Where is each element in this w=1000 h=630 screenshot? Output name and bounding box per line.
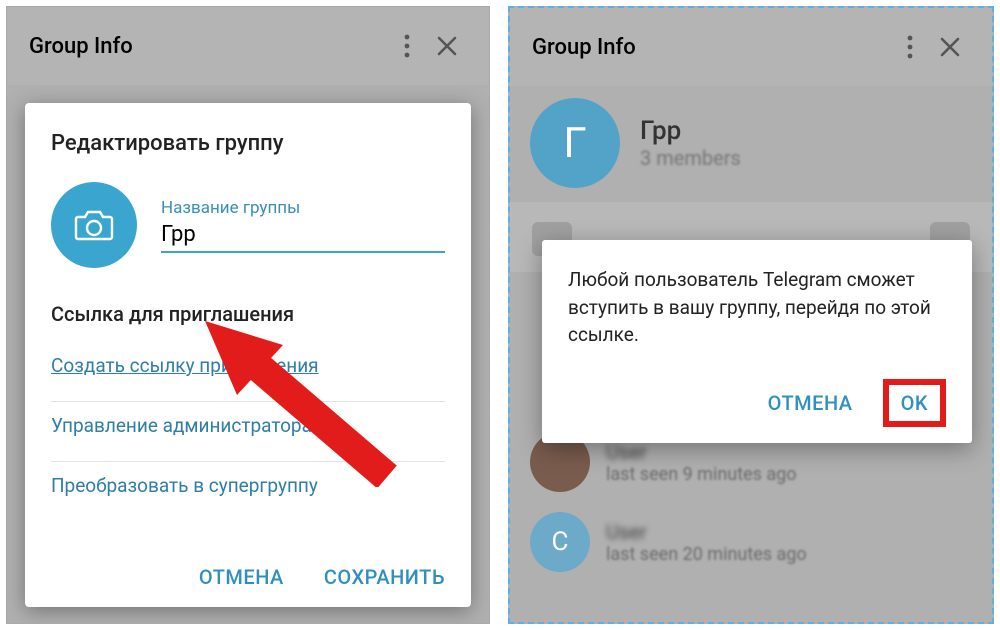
group-info-row: Г Грр 3 members [510,86,992,202]
group-name-label: Название группы [161,198,445,218]
create-invite-link[interactable]: Создать ссылку приглашения [51,344,445,399]
camera-icon[interactable] [51,182,137,268]
header: Group Info [7,7,489,85]
member-status: last seen 20 minutes ago [606,544,807,565]
convert-supergroup-link[interactable]: Преобразовать в супергруппу [51,464,445,519]
header: Group Info [510,8,992,86]
ok-button[interactable]: OK [901,391,928,415]
dialog-buttons: ОТМЕНА СОХРАНИТЬ [51,551,445,589]
confirm-invite-link-dialog: Любой пользователь Telegram сможет вступ… [542,240,972,443]
group-name: Грр [640,116,741,146]
member-name: User [606,440,797,464]
group-name-row: Название группы [51,182,445,268]
left-panel: Group Info Редактировать группу Название… [6,6,490,624]
divider [51,401,445,402]
page-title: Group Info [532,35,890,60]
group-members-count: 3 members [640,146,741,170]
member-row[interactable]: C User last seen 20 minutes ago [510,502,992,582]
divider [51,461,445,462]
group-name-input[interactable] [161,218,445,253]
member-avatar: C [530,512,590,572]
group-avatar[interactable]: Г [530,98,620,188]
member-name: User [606,520,807,544]
cancel-button[interactable]: ОТМЕНА [199,565,284,589]
dialog-title: Редактировать группу [51,131,445,156]
save-button[interactable]: СОХРАНИТЬ [324,565,445,589]
close-icon[interactable] [427,26,467,66]
page-title: Group Info [29,34,387,59]
more-icon[interactable] [387,26,427,66]
member-status: last seen 9 minutes ago [606,464,797,485]
right-panel: Group Info Г Грр 3 members User last see… [508,6,994,624]
cancel-button[interactable]: ОТМЕНА [768,391,853,415]
ok-highlight: OK [883,379,946,427]
manage-admins-link[interactable]: Управление администраторам [51,404,445,459]
invite-link-section-title: Ссылка для приглашения [51,302,445,326]
dialog-body: Любой пользователь Telegram сможет вступ… [568,266,946,349]
more-icon[interactable] [890,27,930,67]
close-icon[interactable] [930,27,970,67]
edit-group-dialog: Редактировать группу Название группы Ссы… [25,103,471,607]
dialog-buttons: ОТМЕНА OK [568,379,946,427]
